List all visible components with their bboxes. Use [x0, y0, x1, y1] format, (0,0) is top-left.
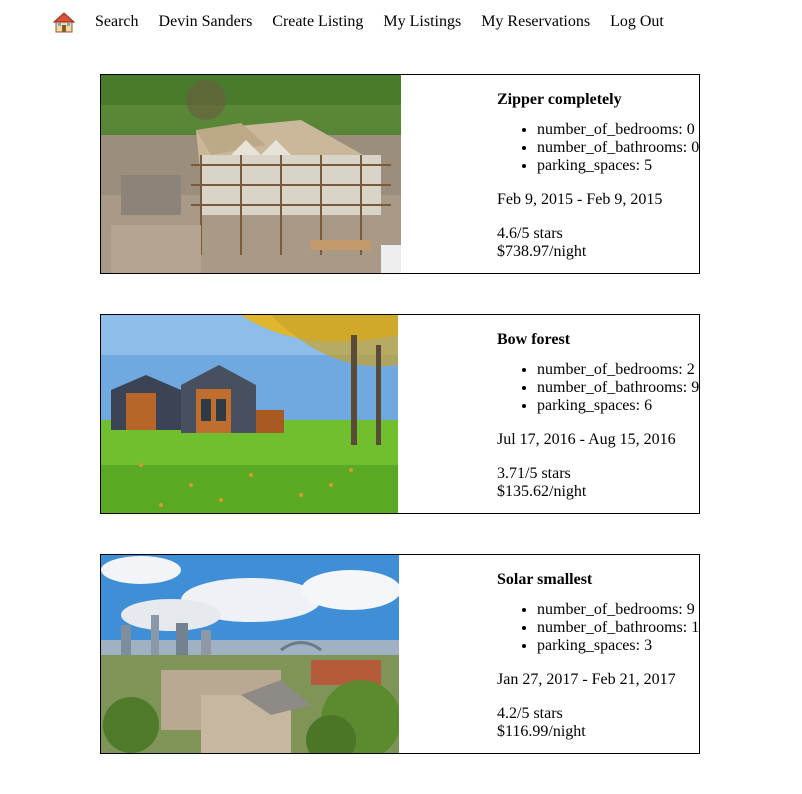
listing-rating: 4.6/5 stars — [497, 225, 563, 242]
listings-list: Zipper completely number_of_bedrooms: 0 … — [100, 74, 700, 794]
listing-title[interactable]: Bow forest — [497, 331, 699, 349]
listing-info: Zipper completely number_of_bedrooms: 0 … — [497, 91, 699, 261]
listing-card[interactable]: Bow forest number_of_bedrooms: 2 number_… — [100, 314, 700, 514]
nav-create-listing-link[interactable]: Create Listing — [272, 13, 363, 31]
listing-title[interactable]: Zipper completely — [497, 91, 699, 109]
bathrooms-item: number_of_bathrooms: 1 — [537, 619, 699, 637]
nav-my-listings-link[interactable]: My Listings — [383, 13, 461, 31]
listing-photo[interactable] — [101, 75, 401, 273]
bedrooms-item: number_of_bedrooms: 0 — [537, 121, 699, 139]
listing-photo[interactable] — [101, 315, 398, 513]
listing-price: $135.62/night — [497, 483, 587, 500]
listing-title[interactable]: Solar smallest — [497, 571, 699, 589]
house-icon[interactable] — [52, 10, 76, 34]
bedrooms-item: number_of_bedrooms: 2 — [537, 361, 699, 379]
parking-item: parking_spaces: 6 — [537, 397, 699, 415]
listing-info: Solar smallest number_of_bedrooms: 9 num… — [497, 571, 699, 741]
nav-search-link[interactable]: Search — [95, 13, 139, 31]
listing-card[interactable]: Solar smallest number_of_bedrooms: 9 num… — [100, 554, 700, 754]
listing-dates: Jul 17, 2016 - Aug 15, 2016 — [497, 431, 676, 448]
listing-rating: 4.2/5 stars — [497, 705, 563, 722]
listing-price: $738.97/night — [497, 243, 587, 260]
nav-logout-link[interactable]: Log Out — [610, 13, 664, 31]
listing-photo[interactable] — [101, 555, 399, 753]
bathrooms-item: number_of_bathrooms: 9 — [537, 379, 699, 397]
listing-card[interactable]: Zipper completely number_of_bedrooms: 0 … — [100, 74, 700, 274]
bathrooms-item: number_of_bathrooms: 0 — [537, 139, 699, 157]
listing-info: Bow forest number_of_bedrooms: 2 number_… — [497, 331, 699, 501]
bedrooms-item: number_of_bedrooms: 9 — [537, 601, 699, 619]
listing-rating: 3.71/5 stars — [497, 465, 571, 482]
nav-profile-link[interactable]: Devin Sanders — [159, 13, 253, 31]
listing-features: number_of_bedrooms: 9 number_of_bathroom… — [497, 601, 699, 655]
parking-item: parking_spaces: 3 — [537, 637, 699, 655]
listing-dates: Feb 9, 2015 - Feb 9, 2015 — [497, 191, 663, 208]
listing-dates: Jan 27, 2017 - Feb 21, 2017 — [497, 671, 676, 688]
listing-features: number_of_bedrooms: 2 number_of_bathroom… — [497, 361, 699, 415]
parking-item: parking_spaces: 5 — [537, 157, 699, 175]
listing-features: number_of_bedrooms: 0 number_of_bathroom… — [497, 121, 699, 175]
top-navigation: Search Devin Sanders Create Listing My L… — [52, 10, 684, 34]
nav-my-reservations-link[interactable]: My Reservations — [481, 13, 590, 31]
listing-price: $116.99/night — [497, 723, 586, 740]
